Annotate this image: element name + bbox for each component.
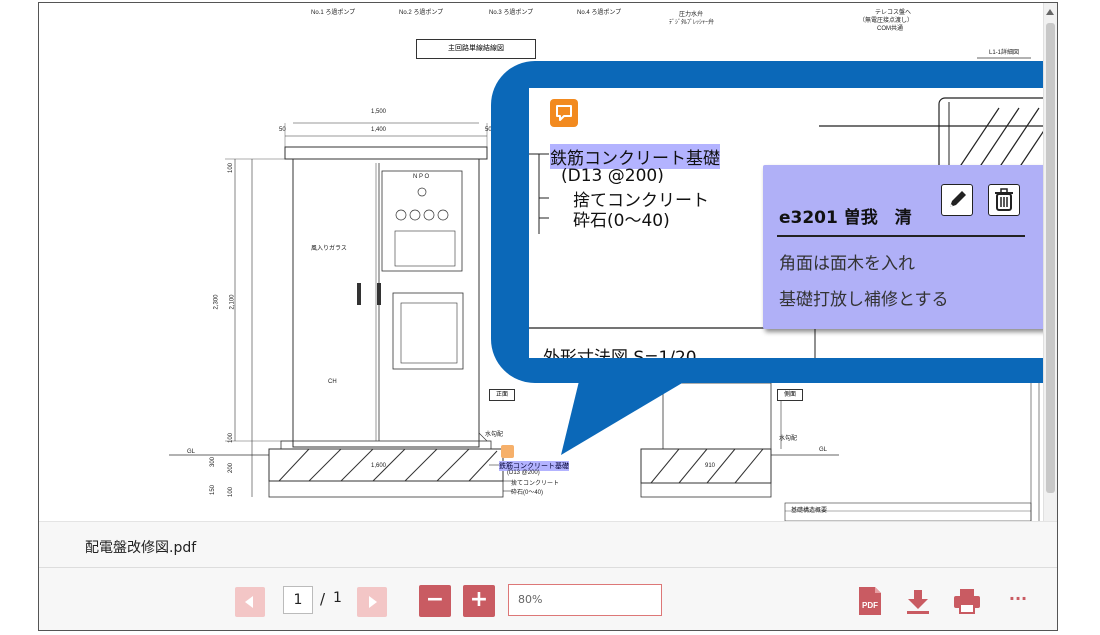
download-button[interactable]	[905, 586, 931, 616]
zoom-in-button[interactable]: +	[463, 585, 495, 617]
zoom-out-button[interactable]: −	[419, 585, 451, 617]
pdf-viewer-window: No.1 ろ過ポンプ No.2 ろ過ポンプ No.3 ろ過ポンプ No.4 ろ過…	[38, 2, 1058, 631]
drawing-scale-title-zoomed: 外形寸法図 S=1/20	[543, 348, 697, 358]
file-name: 配電盤改修図.pdf	[85, 540, 197, 556]
gravel-label-zoomed: 砕石(0～40)	[573, 211, 670, 231]
chevron-left-icon	[245, 596, 253, 608]
viewer-toolbar: 1 / 1 − + 80% PDF ···	[39, 567, 1057, 630]
page-separator: /	[320, 590, 326, 608]
comment-card: e3201 曽我 清 角面は面木を入れ 基礎打放し補修とする	[763, 165, 1057, 329]
comment-divider	[777, 235, 1025, 237]
comment-note-icon-zoomed[interactable]	[550, 99, 578, 127]
scrollbar-thumb[interactable]	[1046, 23, 1055, 493]
pdf-file-icon: PDF	[859, 587, 881, 615]
pencil-icon	[950, 191, 966, 207]
speech-bubble-icon	[556, 105, 572, 121]
rebar-spec-zoomed: (D13 @200)	[561, 166, 664, 186]
download-icon	[907, 590, 929, 614]
vertical-scrollbar[interactable]	[1043, 3, 1057, 521]
next-page-button[interactable]	[357, 587, 387, 617]
pdf-icon-text: PDF	[862, 601, 878, 610]
pdf-export-button[interactable]: PDF	[857, 586, 883, 616]
trash-icon	[995, 188, 1013, 211]
print-button[interactable]	[953, 586, 980, 616]
comment-line-1: 角面は面木を入れ	[779, 254, 915, 274]
comment-author: e3201 曽我 清	[779, 208, 912, 228]
file-name-bar: 配電盤改修図.pdf	[39, 521, 1057, 567]
previous-page-button[interactable]	[235, 587, 265, 617]
current-page-input[interactable]: 1	[283, 586, 313, 614]
comment-line-2: 基礎打放し補修とする	[779, 290, 949, 310]
document-viewport[interactable]: No.1 ろ過ポンプ No.2 ろ過ポンプ No.3 ろ過ポンプ No.4 ろ過…	[39, 3, 1057, 521]
chevron-right-icon	[369, 596, 377, 608]
more-options-button[interactable]: ···	[1003, 590, 1033, 610]
more-dots-icon: ···	[1008, 589, 1028, 608]
delete-comment-button[interactable]	[988, 184, 1020, 216]
printer-icon	[954, 589, 980, 614]
total-pages: 1	[333, 590, 342, 606]
zoom-level-input[interactable]: 80%	[508, 584, 662, 616]
edit-comment-button[interactable]	[941, 184, 973, 216]
scroll-up-arrow-icon[interactable]	[1046, 9, 1054, 15]
